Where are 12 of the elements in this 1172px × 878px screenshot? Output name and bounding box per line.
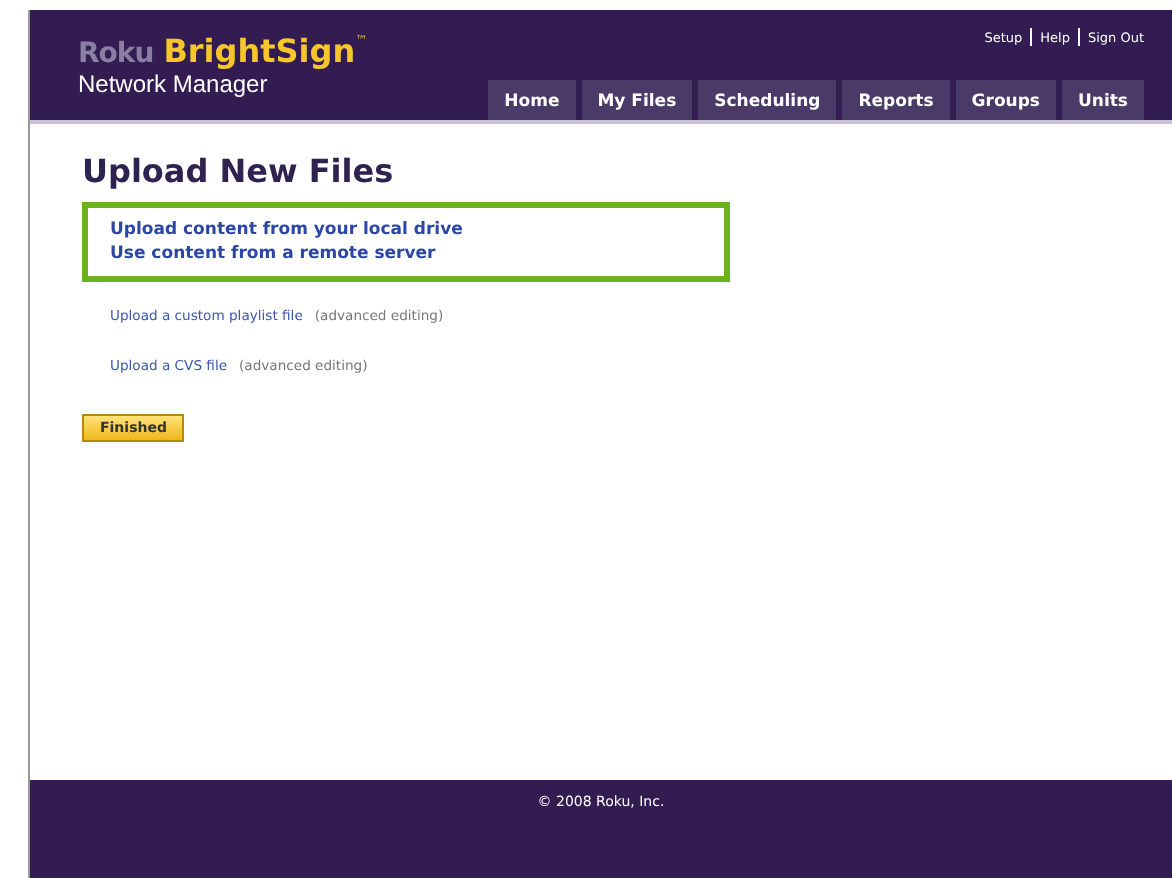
nav-tab[interactable]: Reports (842, 80, 950, 120)
upload-option-link[interactable]: Upload content from your local drive (110, 218, 702, 242)
logo-product: BrightSign (163, 34, 356, 70)
logo-subtitle: Network Manager (78, 72, 270, 98)
nav-tab[interactable]: My Files (581, 80, 693, 120)
nav-tab[interactable]: Home (488, 80, 576, 120)
nav-tab[interactable]: Scheduling (698, 80, 837, 120)
nav-tab[interactable]: Units (1062, 80, 1144, 120)
page-heading: Upload New Files (82, 152, 396, 192)
nav-tab[interactable]: Groups (955, 80, 1056, 120)
logo-brand: Roku (78, 36, 154, 72)
upload-option-link[interactable]: Use content from a remote server (110, 242, 702, 266)
